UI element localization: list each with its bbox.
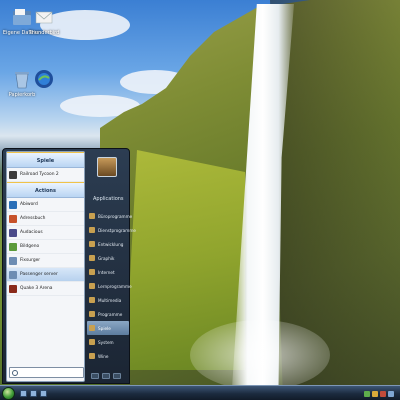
- taskbar: [0, 385, 400, 400]
- category-label: Internet: [98, 269, 115, 275]
- start-search-field[interactable]: [9, 367, 84, 378]
- folder-icon: [89, 241, 95, 247]
- power-options-arrow-button[interactable]: [113, 373, 121, 379]
- power-controls: [91, 372, 125, 380]
- start-menu-right-panel: Applications Büroprogramme Dienstprogram…: [87, 151, 136, 382]
- desktop-icon-google-earth[interactable]: [24, 68, 64, 92]
- menu-item-label: Audacious: [20, 230, 43, 235]
- applications-heading: Applications: [93, 196, 124, 202]
- notification-icon[interactable]: [372, 390, 378, 397]
- menu-item-railroad-tycoon[interactable]: Railroad Tycoon 2: [7, 168, 84, 182]
- menu-item-abiword[interactable]: Abiword: [7, 198, 84, 212]
- category-label: Wine: [98, 353, 109, 359]
- menu-item-label: Abiword: [20, 202, 38, 207]
- menu-item-label: Fixsurger: [20, 258, 41, 263]
- menu-item-label: Adressbuch: [20, 216, 46, 221]
- section-header-actions: Actions: [7, 182, 84, 198]
- menu-item-bildgeno[interactable]: Bildgeno: [7, 240, 84, 254]
- menu-item-label: Quake 3 Arena: [20, 286, 53, 291]
- category-buroprogramme[interactable]: Büroprogramme: [87, 209, 133, 223]
- quick-launch-browser-icon[interactable]: [20, 390, 27, 397]
- shutdown-button[interactable]: [91, 373, 99, 379]
- folder-icon: [89, 353, 95, 359]
- start-button[interactable]: [2, 387, 15, 400]
- category-system[interactable]: System: [87, 335, 129, 349]
- desktop-icon-label: Papierkorb: [8, 92, 36, 98]
- folder-icon: [89, 339, 95, 345]
- category-multimedia[interactable]: Multimedia: [87, 293, 129, 307]
- folder-icon: [89, 269, 95, 275]
- category-label: Programme: [98, 311, 123, 317]
- menu-item-adressbuch[interactable]: Adressbuch: [7, 212, 84, 226]
- category-internet[interactable]: Internet: [87, 265, 129, 279]
- google-earth-icon: [35, 70, 53, 88]
- menu-item-quake3[interactable]: Quake 3 Arena: [7, 282, 84, 296]
- category-label: Dienstprogramme: [98, 227, 136, 233]
- quick-launch-files-icon[interactable]: [30, 390, 37, 397]
- folder-icon: [89, 297, 95, 303]
- application-icon: [9, 256, 17, 265]
- folder-icon: [89, 227, 95, 233]
- network-icon[interactable]: [364, 390, 370, 397]
- category-label: Spiele: [98, 325, 111, 331]
- category-label: Multimedia: [98, 297, 122, 303]
- quick-launch-desktop-icon[interactable]: [40, 390, 47, 397]
- user-picture[interactable]: [97, 157, 117, 177]
- mail-icon: [35, 11, 53, 24]
- category-label: System: [98, 339, 114, 345]
- menu-item-passenger-server[interactable]: Passenger server: [7, 268, 84, 282]
- category-label: Entwicklung: [98, 241, 124, 247]
- abiword-icon: [9, 200, 17, 209]
- menu-item-label: Railroad Tycoon 2: [20, 172, 59, 177]
- folder-icon: [89, 213, 95, 219]
- menu-item-label: Bildgeno: [20, 244, 40, 249]
- desktop-icon-thunderbird[interactable]: Thunderbird: [24, 6, 64, 36]
- quake-icon: [9, 284, 17, 293]
- search-icon: [12, 369, 18, 376]
- menu-item-fixsurger[interactable]: Fixsurger: [7, 254, 84, 268]
- category-graphik[interactable]: Graphik: [87, 251, 129, 265]
- image-viewer-icon: [9, 242, 17, 251]
- folder-icon: [89, 311, 95, 317]
- waterfall-mist: [190, 320, 330, 390]
- audacious-icon: [9, 228, 17, 237]
- section-header-games: Spiele: [7, 152, 84, 168]
- system-tray: [364, 388, 398, 399]
- folder-icon: [89, 283, 95, 289]
- game-icon: [9, 170, 17, 179]
- folder-icon: [89, 255, 95, 261]
- menu-item-label: Passenger server: [20, 272, 58, 277]
- update-icon[interactable]: [380, 390, 386, 397]
- start-menu: Spiele Railroad Tycoon 2 Actions Abiword…: [2, 148, 136, 384]
- folder-icon: [89, 325, 95, 331]
- category-entwicklung[interactable]: Entwicklung: [87, 237, 129, 251]
- application-icon: [9, 270, 17, 279]
- address-book-icon: [9, 214, 17, 223]
- desktop-icon-label: Thunderbird: [28, 30, 60, 36]
- category-wine[interactable]: Wine: [87, 349, 129, 363]
- applications-list: Büroprogramme Dienstprogramme Entwicklun…: [87, 209, 136, 363]
- volume-icon[interactable]: [388, 390, 394, 397]
- lock-button[interactable]: [102, 373, 110, 379]
- category-label: Büroprogramme: [98, 213, 133, 219]
- category-dienstprogramme[interactable]: Dienstprogramme: [87, 223, 136, 237]
- category-label: Lernprogramme: [98, 283, 132, 289]
- menu-item-audacious[interactable]: Audacious: [7, 226, 84, 240]
- start-menu-left-panel: Spiele Railroad Tycoon 2 Actions Abiword…: [6, 151, 85, 382]
- category-programme[interactable]: Programme: [87, 307, 129, 321]
- category-label: Graphik: [98, 255, 115, 261]
- category-spiele[interactable]: Spiele: [87, 321, 129, 335]
- category-lernprogramme[interactable]: Lernprogramme: [87, 279, 132, 293]
